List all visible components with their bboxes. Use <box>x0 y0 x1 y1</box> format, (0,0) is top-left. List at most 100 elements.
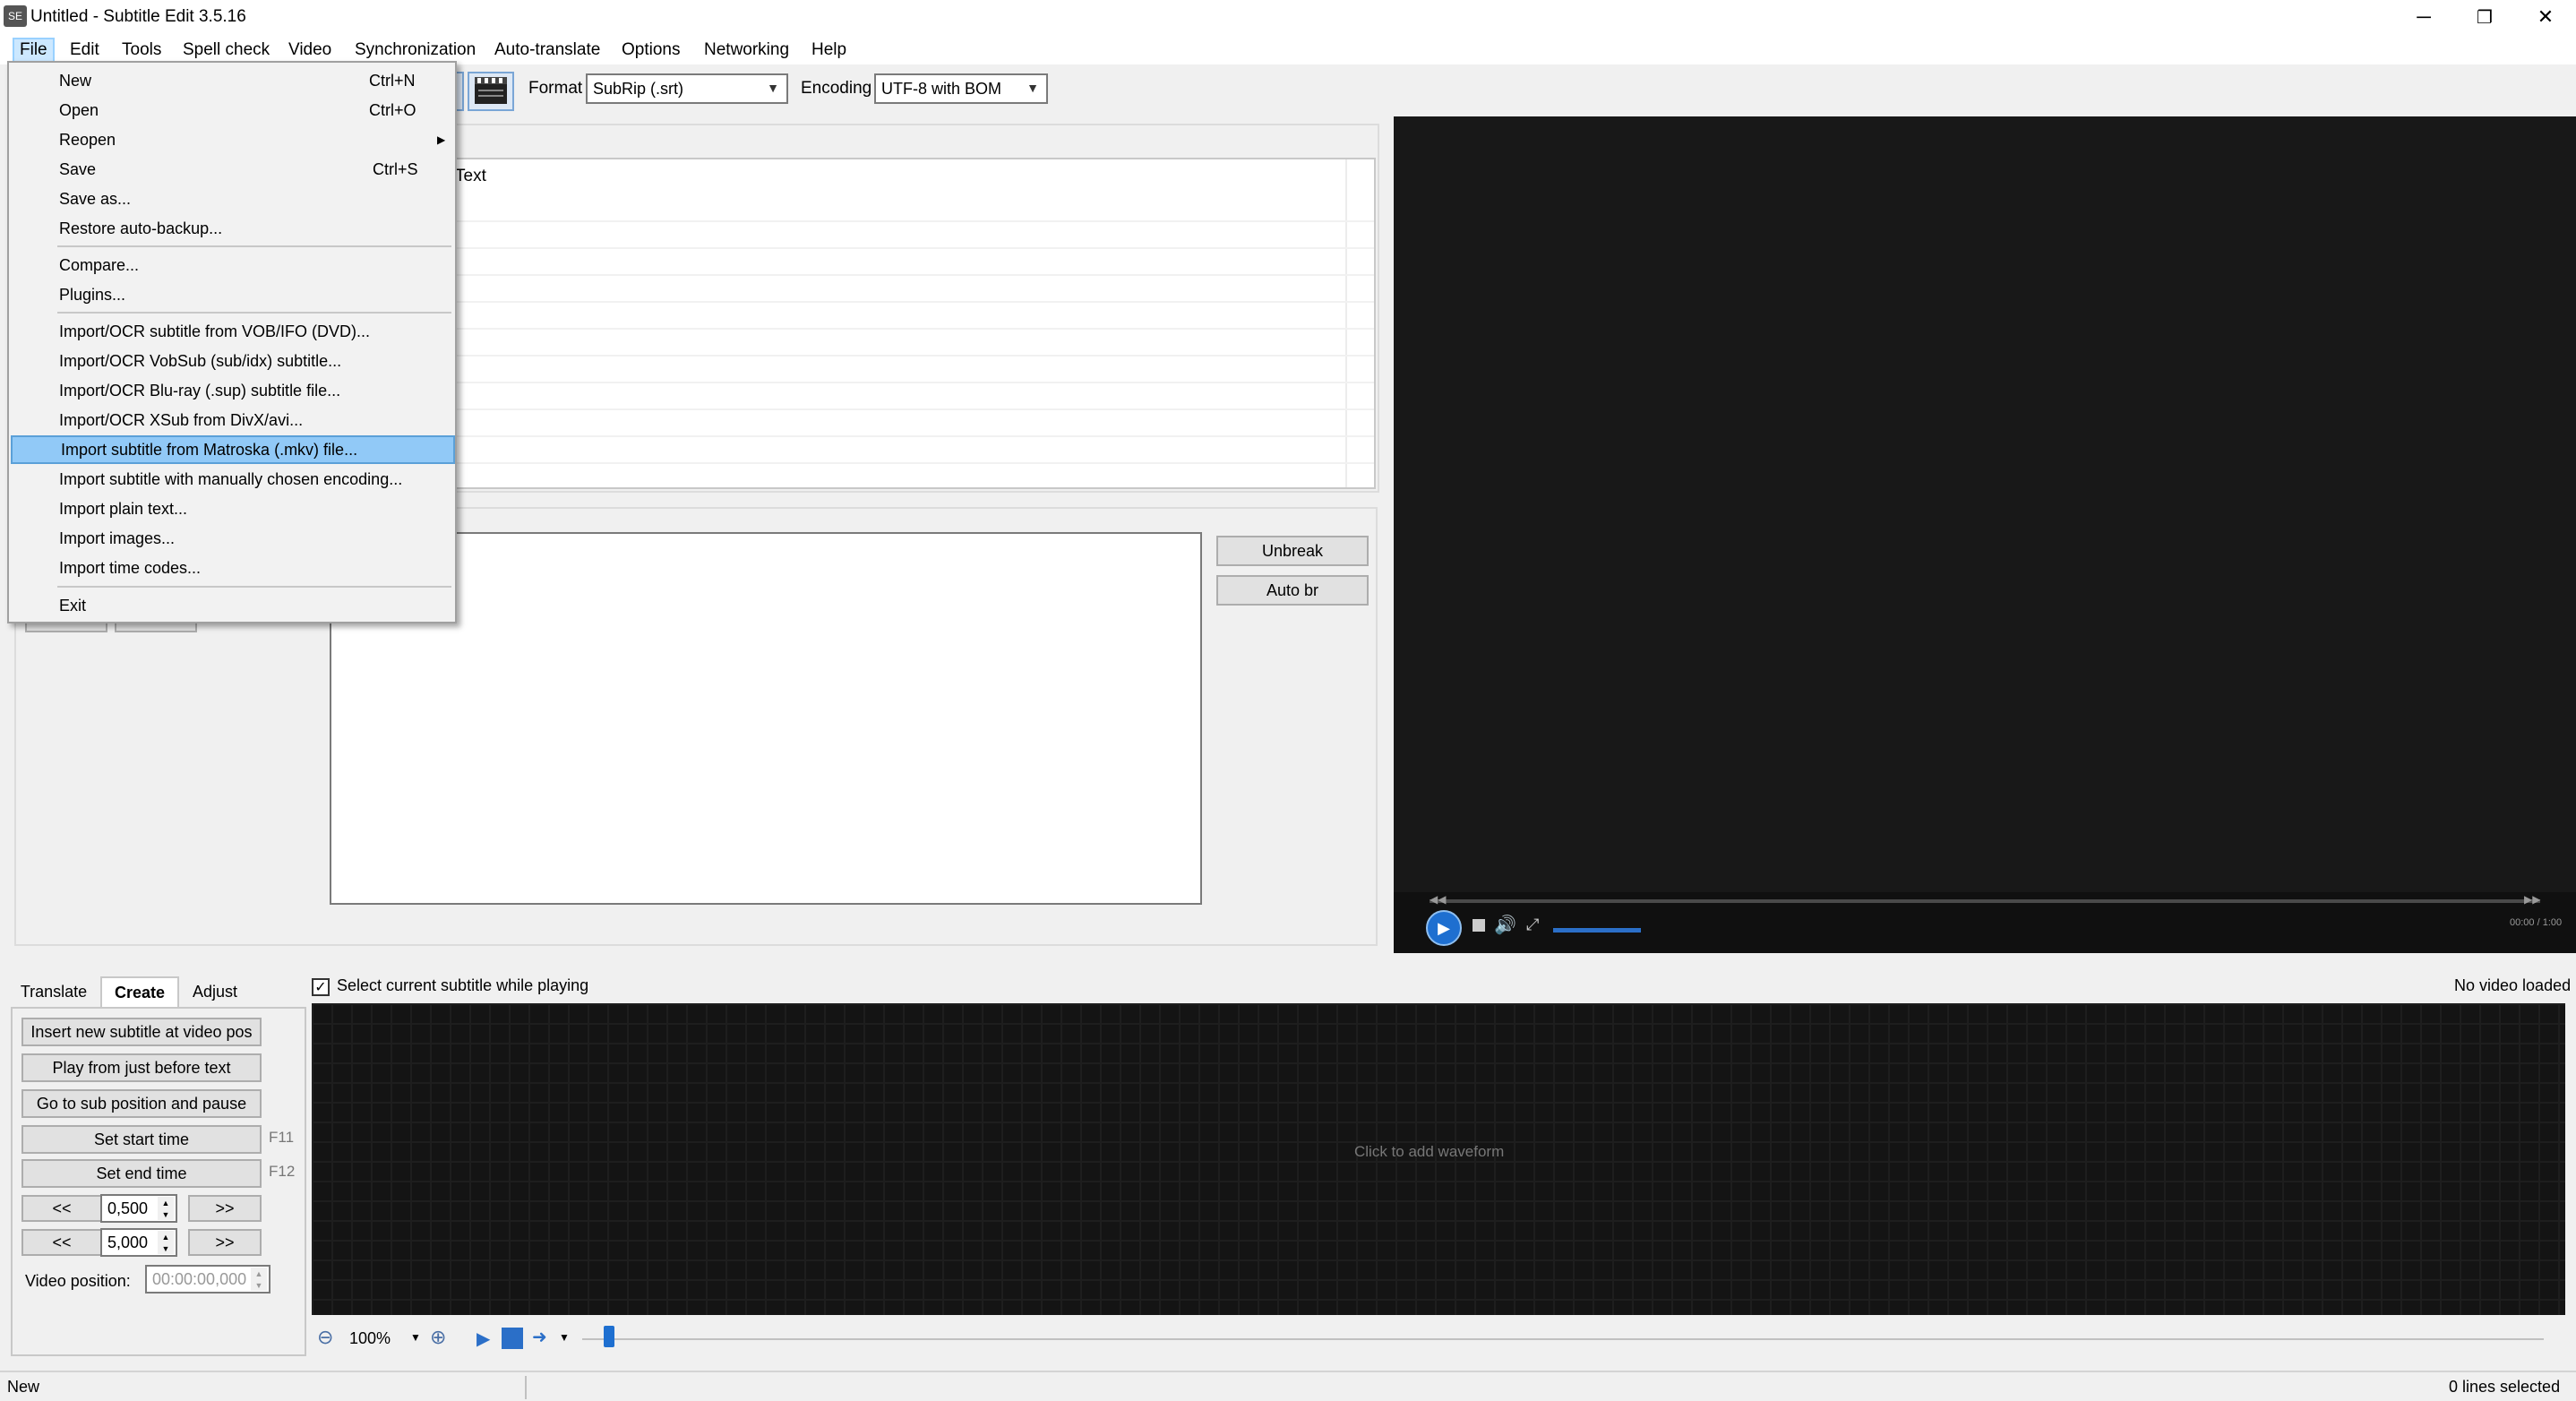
chevron-down-icon[interactable]: ▼ <box>410 1331 421 1344</box>
menu-exit[interactable]: Exit <box>11 591 455 620</box>
video-position-value: 00:00:00,000 <box>152 1269 247 1288</box>
column-divider <box>1345 159 1347 487</box>
waveform-hint: Click to add waveform <box>1354 1143 1505 1160</box>
fullscreen-icon[interactable]: ⤢ <box>1526 915 1539 934</box>
volume-icon[interactable]: 🔊 <box>1494 914 1516 936</box>
play-icon[interactable]: ▶ <box>1426 910 1462 946</box>
menu-auto-translate[interactable]: Auto-translate <box>489 38 605 63</box>
forward-arrow-icon[interactable]: ➜ <box>532 1326 547 1348</box>
menu-compare[interactable]: Compare... <box>11 251 455 279</box>
zoom-in-icon[interactable]: ⊕ <box>430 1326 446 1349</box>
video-controls: ◀◀ ▶▶ ▶ 🔊 ⤢ 00:00 / 1:00 <box>1394 892 2576 953</box>
format-label: Format <box>528 79 583 98</box>
tab-create[interactable]: Create <box>100 976 179 1007</box>
spinner-up-icon[interactable]: ▲ <box>158 1197 174 1208</box>
tab-translate[interactable]: Translate <box>11 976 97 1007</box>
menu-import-matroska[interactable]: Import subtitle from Matroska (.mkv) fil… <box>11 435 455 464</box>
menu-help[interactable]: Help <box>806 38 852 63</box>
back-large-button[interactable]: << <box>21 1229 102 1256</box>
waveform-panel[interactable]: Click to add waveform <box>312 1003 2565 1315</box>
play-icon[interactable]: ▶ <box>477 1328 490 1350</box>
status-bar: New 0 lines selected <box>0 1371 2576 1401</box>
video-clapper-icon[interactable] <box>468 72 514 111</box>
spinner-up-icon[interactable]: ▲ <box>251 1268 267 1279</box>
fast-forward-icon[interactable]: ▶▶ <box>2524 893 2540 906</box>
insert-new-subtitle-button[interactable]: Insert new subtitle at video pos <box>21 1018 262 1046</box>
menu-open[interactable]: Open Ctrl+O <box>11 96 455 125</box>
step-large-value: 5,000 <box>107 1233 149 1251</box>
go-to-sub-position-button[interactable]: Go to sub position and pause <box>21 1089 262 1118</box>
status-right: 0 lines selected <box>2449 1378 2561 1396</box>
menu-import-ocr-vob[interactable]: Import/OCR subtitle from VOB/IFO (DVD)..… <box>11 317 455 346</box>
menu-save[interactable]: Save Ctrl+S <box>11 155 455 184</box>
menu-edit[interactable]: Edit <box>64 38 105 63</box>
step-large-spinner[interactable]: 5,000 ▲ ▼ <box>100 1228 177 1257</box>
video-seek-bar[interactable] <box>1430 899 2540 903</box>
close-button[interactable]: ✕ <box>2515 0 2576 34</box>
app-icon: SE <box>4 5 27 27</box>
step-small-spinner[interactable]: 0,500 ▲ ▼ <box>100 1194 177 1223</box>
auto-br-button[interactable]: Auto br <box>1216 575 1369 606</box>
spinner-down-icon[interactable]: ▼ <box>158 1208 174 1220</box>
set-end-key-hint: F12 <box>269 1163 296 1180</box>
menu-tools[interactable]: Tools <box>116 38 167 63</box>
set-start-time-button[interactable]: Set start time <box>21 1125 262 1154</box>
set-start-key-hint: F11 <box>269 1129 295 1146</box>
menu-import-plain-text[interactable]: Import plain text... <box>11 494 455 523</box>
chevron-down-icon[interactable]: ▼ <box>559 1331 570 1344</box>
encoding-select[interactable]: UTF-8 with BOM ▼ <box>874 73 1048 104</box>
select-current-checkbox[interactable]: ✓ <box>312 978 330 996</box>
video-position-input[interactable]: 00:00:00,000 ▲ ▼ <box>145 1265 270 1294</box>
menu-file[interactable]: File <box>13 38 55 63</box>
zoom-out-icon[interactable]: ⊖ <box>317 1326 333 1349</box>
zoom-level-value[interactable]: 100% <box>349 1329 391 1348</box>
no-video-label: No video loaded <box>2454 976 2572 994</box>
menu-import-images[interactable]: Import images... <box>11 524 455 553</box>
video-player[interactable] <box>1394 116 2576 953</box>
video-position-label: Video position: <box>25 1272 131 1290</box>
forward-large-button[interactable]: >> <box>188 1229 262 1256</box>
waveform-position-track[interactable] <box>582 1338 2544 1340</box>
spinner-down-icon[interactable]: ▼ <box>158 1242 174 1254</box>
waveform-position-thumb[interactable] <box>604 1326 614 1347</box>
text-column-header[interactable]: Text <box>455 167 486 186</box>
file-menu: New Ctrl+N Open Ctrl+O Reopen ▶ Save Ctrl+S … <box>7 61 457 623</box>
set-end-time-button[interactable]: Set end time <box>21 1159 262 1188</box>
minimize-button[interactable]: ─ <box>2393 0 2454 34</box>
chevron-down-icon: ▼ <box>1026 81 1039 95</box>
play-before-text-button[interactable]: Play from just before text <box>21 1053 262 1082</box>
menu-restore-auto-backup[interactable]: Restore auto-backup... <box>11 214 455 243</box>
tab-adjust[interactable]: Adjust <box>181 976 249 1007</box>
menu-spell-check[interactable]: Spell check <box>177 38 275 63</box>
menu-networking[interactable]: Networking <box>699 38 794 63</box>
format-select[interactable]: SubRip (.srt) ▼ <box>586 73 788 104</box>
volume-slider[interactable] <box>1553 928 1641 933</box>
status-divider <box>525 1376 527 1399</box>
menu-new[interactable]: New Ctrl+N <box>11 66 455 95</box>
restore-button[interactable]: ❐ <box>2454 0 2515 34</box>
menu-import-manual-encoding[interactable]: Import subtitle with manually chosen enc… <box>11 465 455 494</box>
waveform-toolbar: ⊖ 100% ▼ ⊕ ▶ ➜ ▼ <box>313 1322 2563 1358</box>
stop-icon[interactable] <box>1473 919 1485 932</box>
forward-button[interactable]: >> <box>188 1195 262 1222</box>
step-small-value: 0,500 <box>107 1199 149 1217</box>
spinner-down-icon[interactable]: ▼ <box>251 1279 267 1291</box>
menu-save-as[interactable]: Save as... <box>11 185 455 213</box>
menu-import-ocr-vobsub[interactable]: Import/OCR VobSub (sub/idx) subtitle... <box>11 347 455 375</box>
menu-import-ocr-bluray[interactable]: Import/OCR Blu-ray (.sup) subtitle file.… <box>11 376 455 405</box>
menu-reopen[interactable]: Reopen ▶ <box>11 125 455 154</box>
spectrogram-icon[interactable] <box>502 1328 523 1349</box>
unbreak-button[interactable]: Unbreak <box>1216 536 1369 566</box>
menu-separator <box>57 245 451 247</box>
back-button[interactable]: << <box>21 1195 102 1222</box>
menu-options[interactable]: Options <box>616 38 685 63</box>
spinner-up-icon[interactable]: ▲ <box>158 1231 174 1242</box>
menu-import-time-codes[interactable]: Import time codes... <box>11 554 455 582</box>
menu-video[interactable]: Video <box>283 38 337 63</box>
rewind-icon[interactable]: ◀◀ <box>1430 893 1446 906</box>
menu-plugins[interactable]: Plugins... <box>11 280 455 309</box>
subtitle-text-editor[interactable] <box>330 532 1202 905</box>
menu-synchronization[interactable]: Synchronization <box>349 38 481 63</box>
menu-bar: File Edit Tools Spell check Video Synchr… <box>0 34 2576 64</box>
menu-import-ocr-xsub[interactable]: Import/OCR XSub from DivX/avi... <box>11 406 455 434</box>
